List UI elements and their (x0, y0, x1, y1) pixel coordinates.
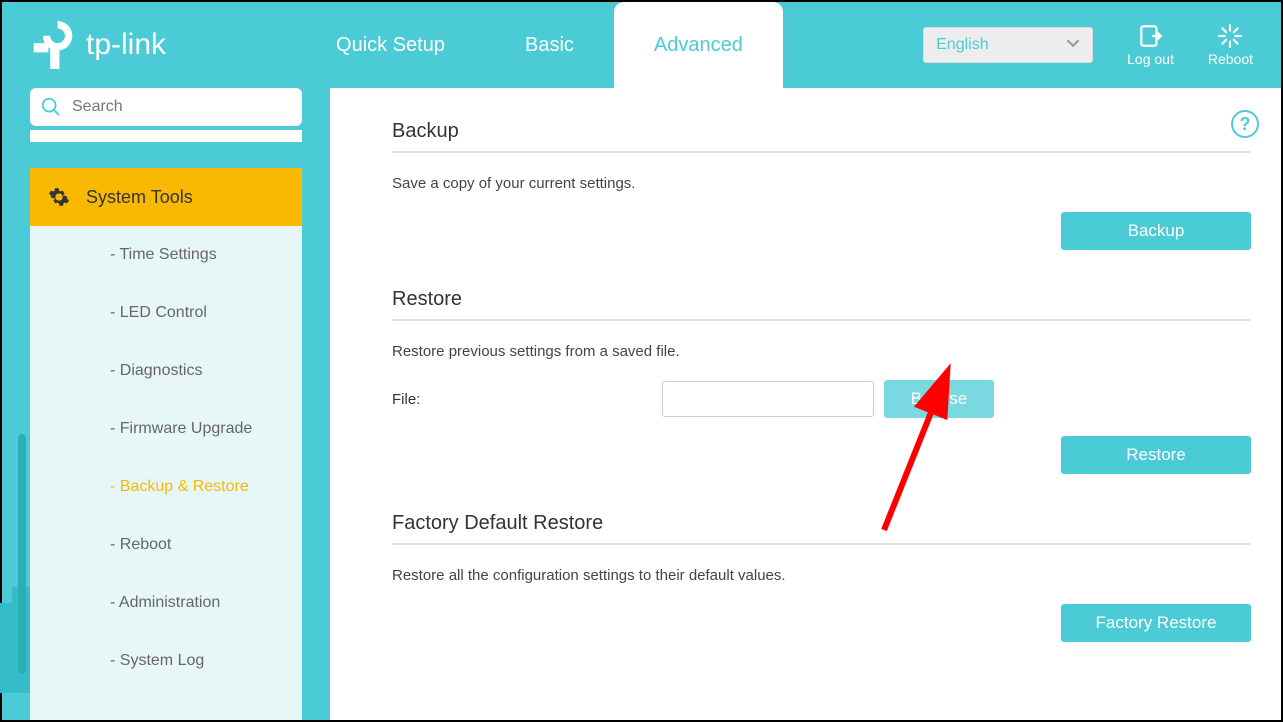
factory-desc: Restore all the configuration settings t… (392, 567, 1251, 584)
sidebar-item-system-log[interactable]: - System Log (30, 632, 302, 690)
sidebar-item-led-control[interactable]: - LED Control (30, 284, 302, 342)
decorative-squares (0, 603, 34, 693)
language-value: English (936, 36, 988, 54)
restore-title: Restore (392, 288, 1251, 321)
reboot-label: Reboot (1208, 51, 1253, 67)
backup-section: Backup Save a copy of your current setti… (392, 120, 1251, 250)
restore-button[interactable]: Restore (1061, 436, 1251, 474)
help-button[interactable]: ? (1231, 110, 1259, 138)
backup-title: Backup (392, 120, 1251, 153)
logout-button[interactable]: Log out (1127, 23, 1174, 67)
sidebar-divider (30, 130, 302, 142)
nav-tab-quick-setup[interactable]: Quick Setup (296, 2, 485, 88)
sidebar-item-backup-restore[interactable]: - Backup & Restore (30, 458, 302, 516)
factory-restore-button[interactable]: Factory Restore (1061, 604, 1251, 642)
gear-icon (48, 186, 70, 208)
browse-button[interactable]: Browse (884, 380, 994, 418)
sidebar-title: System Tools (86, 187, 193, 208)
restore-desc: Restore previous settings from a saved f… (392, 343, 1251, 360)
file-input[interactable] (662, 381, 874, 417)
search-input[interactable] (72, 98, 292, 116)
language-select[interactable]: English (923, 27, 1093, 63)
sidebar-item-reboot[interactable]: - Reboot (30, 516, 302, 574)
help-icon: ? (1240, 114, 1251, 135)
search-box[interactable] (30, 88, 302, 126)
factory-title: Factory Default Restore (392, 512, 1251, 545)
nav-tab-advanced[interactable]: Advanced (614, 2, 783, 88)
backup-button[interactable]: Backup (1061, 212, 1251, 250)
brand-name: tp-link (86, 28, 166, 62)
logout-icon (1137, 23, 1163, 49)
restore-section: Restore Restore previous settings from a… (392, 288, 1251, 474)
logout-label: Log out (1127, 51, 1174, 67)
chevron-down-icon (1066, 36, 1080, 55)
content-area: ? Backup Save a copy of your current set… (330, 88, 1281, 720)
reboot-button[interactable]: Reboot (1208, 23, 1253, 67)
main-nav: Quick SetupBasicAdvanced (296, 2, 783, 88)
tplink-logo-icon (30, 19, 76, 71)
backup-desc: Save a copy of your current settings. (392, 175, 1251, 192)
nav-tab-basic[interactable]: Basic (485, 2, 614, 88)
scroll-indicator[interactable] (18, 434, 26, 674)
sidebar-item-administration[interactable]: - Administration (30, 574, 302, 632)
sidebar-item-firmware-upgrade[interactable]: - Firmware Upgrade (30, 400, 302, 458)
sidebar-section-system-tools[interactable]: System Tools (30, 168, 302, 226)
file-label: File: (392, 391, 652, 408)
search-icon (40, 96, 62, 118)
sidebar: System Tools - Time Settings- LED Contro… (2, 88, 330, 720)
sidebar-item-time-settings[interactable]: - Time Settings (30, 226, 302, 284)
factory-section: Factory Default Restore Restore all the … (392, 512, 1251, 642)
sidebar-menu: System Tools - Time Settings- LED Contro… (30, 168, 302, 720)
sidebar-item-diagnostics[interactable]: - Diagnostics (30, 342, 302, 400)
brand-logo: tp-link (30, 19, 166, 71)
reboot-icon (1217, 23, 1243, 49)
